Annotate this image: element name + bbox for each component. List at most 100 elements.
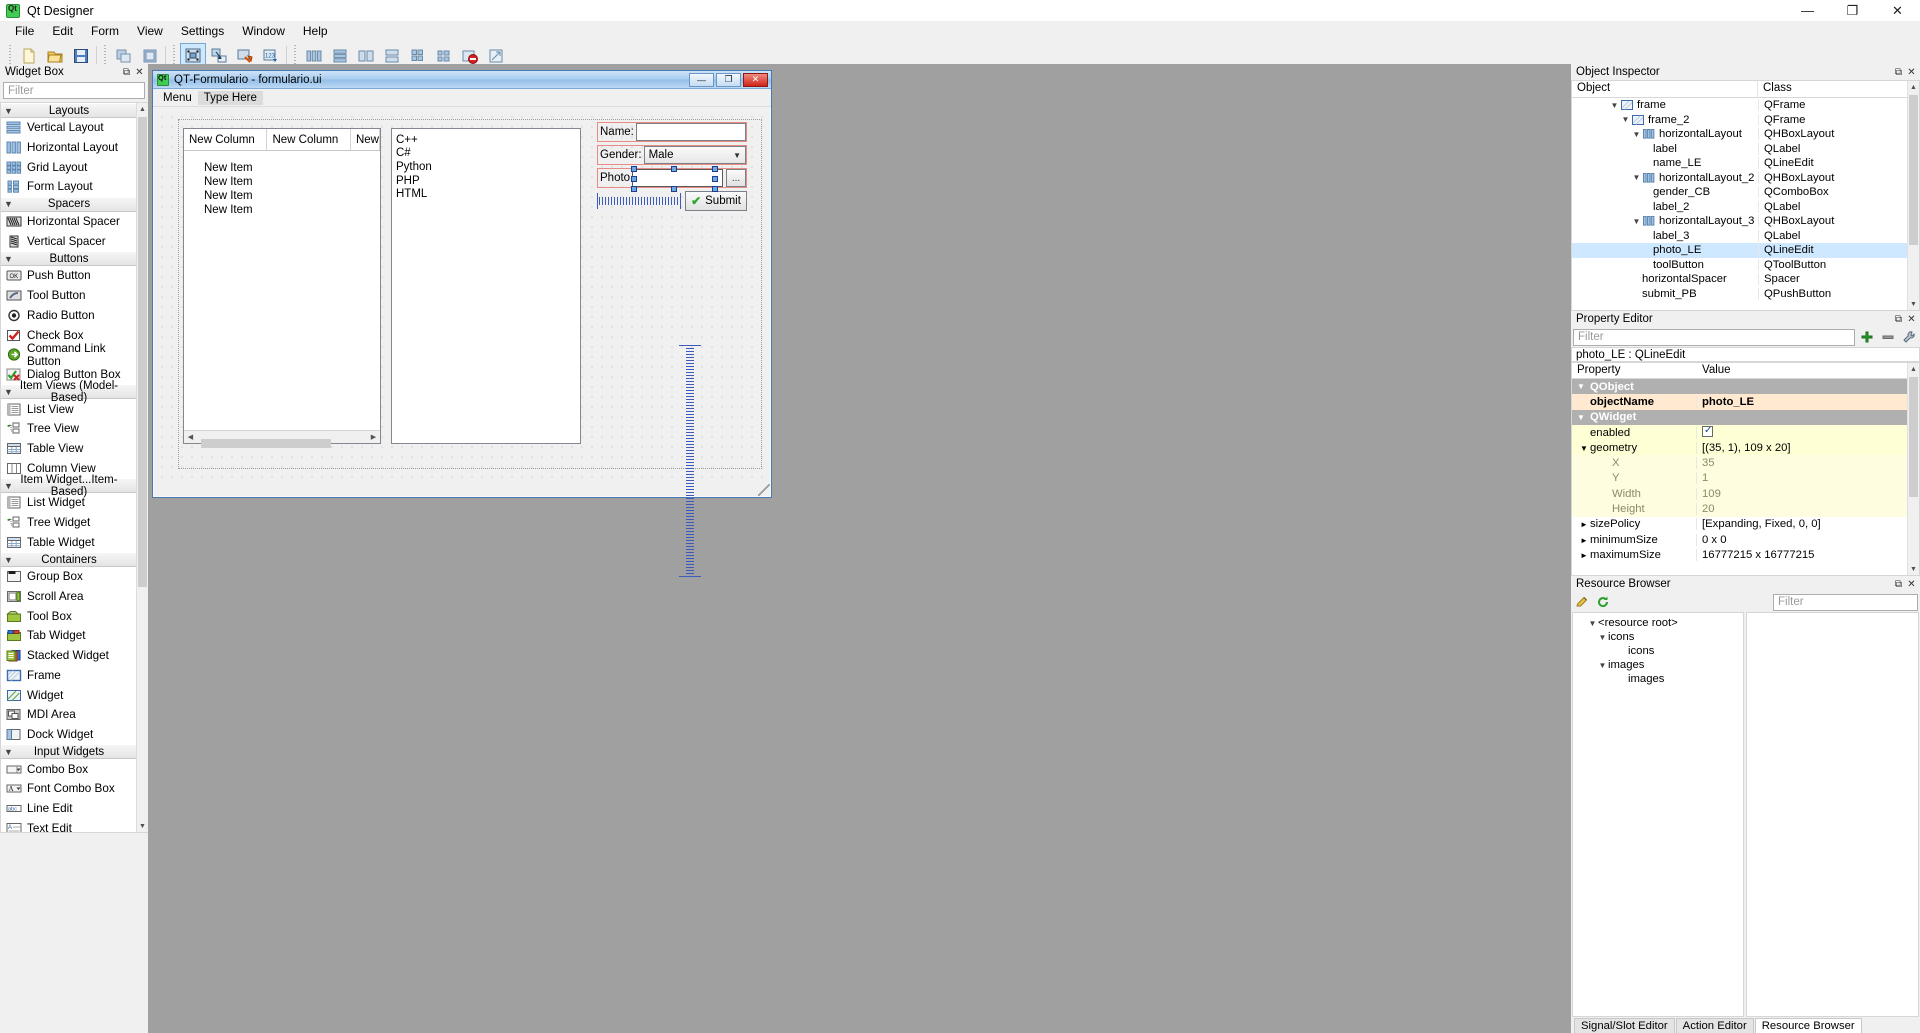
column-property[interactable]: Property xyxy=(1572,363,1697,378)
close-icon[interactable]: ✕ xyxy=(1905,66,1918,79)
hscroll-thumb[interactable] xyxy=(201,439,331,448)
resource-tree[interactable]: ▼ <resource root> ▼ icons icons ▼ images… xyxy=(1572,612,1744,1017)
property-value[interactable]: [(35, 1), 109 x 20] xyxy=(1697,442,1919,454)
widget-category-layouts[interactable]: ▼ Layouts xyxy=(1,103,136,118)
object-inspector-row[interactable]: label_2 QLabel xyxy=(1572,200,1919,215)
property-row[interactable]: ▼ QWidget xyxy=(1572,409,1919,425)
object-inspector-tree[interactable]: Object Class ▼ frame QFrame ▼ frame_2 QF… xyxy=(1571,80,1920,311)
property-row[interactable]: ► minimumSize 0 x 0 xyxy=(1572,532,1919,547)
table-row[interactable]: New Item xyxy=(184,175,380,189)
widget-item-frame[interactable]: Frame xyxy=(1,665,136,686)
menu-item-view[interactable]: View xyxy=(128,22,172,40)
resource-filter-input[interactable]: Filter xyxy=(1773,593,1918,611)
widget-category-containers[interactable]: ▼ Containers xyxy=(1,552,136,568)
column-object[interactable]: Object xyxy=(1572,81,1758,97)
widget-item-font-combo-box[interactable]: A Font Combo Box xyxy=(1,778,136,799)
property-value[interactable]: ✓ xyxy=(1697,425,1919,440)
widget-category-spacers[interactable]: ▼ Spacers xyxy=(1,196,136,212)
table-hscrollbar[interactable]: ◀ ▶ xyxy=(184,430,380,448)
float-icon[interactable]: ⧉ xyxy=(1892,313,1905,326)
chevron-down-icon[interactable]: ▼ xyxy=(1631,130,1642,139)
widget-item-widget[interactable]: Widget xyxy=(1,685,136,705)
column-class[interactable]: Class xyxy=(1758,81,1919,97)
chevron-icon[interactable]: ▼ xyxy=(1575,382,1587,391)
handle-mid-left[interactable] xyxy=(631,176,637,182)
close-icon[interactable]: ✕ xyxy=(1905,578,1918,591)
widget-item-horizontal-spacer[interactable]: Horizontal Spacer xyxy=(1,211,136,232)
widget-item-vertical-spacer[interactable]: Vertical Spacer xyxy=(1,231,136,252)
form-minimize-button[interactable]: — xyxy=(689,72,714,87)
object-inspector-row[interactable]: name_LE QLineEdit xyxy=(1572,156,1919,171)
list-item[interactable]: Python xyxy=(396,160,580,174)
resource-tree-row[interactable]: ▼ <resource root> xyxy=(1573,616,1743,630)
handle-top-mid[interactable] xyxy=(671,166,677,172)
resource-tree-row[interactable]: ▼ images xyxy=(1573,658,1743,672)
scrollbar-thumb[interactable] xyxy=(1909,377,1918,497)
property-row[interactable]: ► sizePolicy [Expanding, Fixed, 0, 0] xyxy=(1572,517,1919,532)
table-column-header[interactable]: New xyxy=(350,129,380,150)
vertical-spacer[interactable] xyxy=(679,345,701,577)
table-column-header[interactable]: New Column xyxy=(184,129,268,150)
widget-item-combo-box[interactable]: Combo Box xyxy=(1,759,136,779)
list-widget[interactable]: C++ C# Python PHP HTML xyxy=(391,128,581,444)
chevron-icon[interactable]: ▼ xyxy=(1578,444,1590,453)
widget-item-table-view[interactable]: Table View xyxy=(1,438,136,459)
plus-icon[interactable] xyxy=(1858,329,1876,346)
tab-action-editor[interactable]: Action Editor xyxy=(1675,1018,1754,1033)
float-icon[interactable]: ⧉ xyxy=(120,66,133,79)
property-row[interactable]: Y 1 xyxy=(1572,470,1919,487)
handle-top-right[interactable] xyxy=(712,166,718,172)
widget-item-tool-box[interactable]: Tool Box xyxy=(1,606,136,627)
horizontal-spacer[interactable] xyxy=(597,193,681,209)
float-icon[interactable]: ⧉ xyxy=(1892,578,1905,591)
widget-item-line-edit[interactable]: abc Line Edit xyxy=(1,798,136,819)
browse-tool-button[interactable]: ... xyxy=(726,169,746,187)
property-row[interactable]: X 35 xyxy=(1572,455,1919,471)
widget-item-grid-layout[interactable]: Grid Layout xyxy=(1,157,136,178)
property-row[interactable]: Width 109 xyxy=(1572,486,1919,502)
property-editor-table[interactable]: Property Value ▼ QObject objectName photo… xyxy=(1571,362,1920,576)
widget-item-mdi-area[interactable]: MDI Area xyxy=(1,704,136,725)
handle-top-left[interactable] xyxy=(631,166,637,172)
property-value[interactable]: photo_LE xyxy=(1697,396,1919,408)
scroll-down-icon[interactable]: ▼ xyxy=(1908,298,1919,310)
object-inspector-row[interactable]: photo_LE QLineEdit xyxy=(1572,243,1919,258)
float-icon[interactable]: ⧉ xyxy=(1892,66,1905,79)
scroll-right-icon[interactable]: ▶ xyxy=(367,433,380,441)
object-inspector-row[interactable]: ▼ frame QFrame xyxy=(1572,98,1919,113)
widget-item-push-button[interactable]: OK Push Button xyxy=(1,266,136,286)
resource-tree-row[interactable]: images xyxy=(1573,672,1743,686)
widget-box-scrollbar[interactable]: ▲ ▼ xyxy=(136,103,148,832)
handle-bottom-mid[interactable] xyxy=(671,186,677,192)
object-inspector-row[interactable]: horizontalSpacer Spacer xyxy=(1572,272,1919,287)
enabled-checkbox[interactable]: ✓ xyxy=(1702,425,1713,437)
chevron-down-icon[interactable]: ▼ xyxy=(1587,619,1598,628)
property-filter-input[interactable]: Filter xyxy=(1573,328,1855,346)
form-menu-item[interactable]: Menu xyxy=(157,91,198,105)
object-inspector-row[interactable]: submit_PB QPushButton xyxy=(1572,287,1919,302)
object-inspector-row[interactable]: ▼ frame_2 QFrame xyxy=(1572,113,1919,128)
property-value[interactable]: 1 xyxy=(1697,472,1919,484)
widget-item-tree-widget[interactable]: Tree Widget xyxy=(1,512,136,533)
object-inspector-row[interactable]: ▼ horizontalLayout_2 QHBoxLayout xyxy=(1572,171,1919,186)
chevron-down-icon[interactable]: ▼ xyxy=(1620,115,1631,124)
object-inspector-row[interactable]: ▼ horizontalLayout_3 QHBoxLayout xyxy=(1572,214,1919,229)
scrollbar-thumb[interactable] xyxy=(138,117,147,587)
chevron-icon[interactable]: ► xyxy=(1578,536,1590,545)
list-item[interactable]: HTML xyxy=(396,187,580,201)
menu-item-edit[interactable]: Edit xyxy=(43,22,82,40)
scroll-down-icon[interactable]: ▼ xyxy=(1908,563,1919,575)
object-inspector-row[interactable]: label_3 QLabel xyxy=(1572,229,1919,244)
property-value[interactable]: 35 xyxy=(1697,457,1919,469)
widget-category-item-views-model-based-[interactable]: ▼ Item Views (Model-Based) xyxy=(1,380,136,404)
menu-item-window[interactable]: Window xyxy=(233,22,294,40)
widget-item-command-link-button[interactable]: Command Link Button xyxy=(1,342,136,368)
scroll-up-icon[interactable]: ▲ xyxy=(1908,363,1919,375)
widget-box-filter-input[interactable]: Filter xyxy=(3,82,145,99)
photo-input[interactable] xyxy=(632,169,723,187)
widget-item-tool-button[interactable]: Tool Button xyxy=(1,285,136,306)
form-maximize-button[interactable]: ❐ xyxy=(716,72,741,87)
object-inspector-scrollbar[interactable]: ▲ ▼ xyxy=(1907,81,1919,310)
property-value[interactable]: [Expanding, Fixed, 0, 0] xyxy=(1697,518,1919,530)
widget-item-radio-button[interactable]: Radio Button xyxy=(1,305,136,326)
